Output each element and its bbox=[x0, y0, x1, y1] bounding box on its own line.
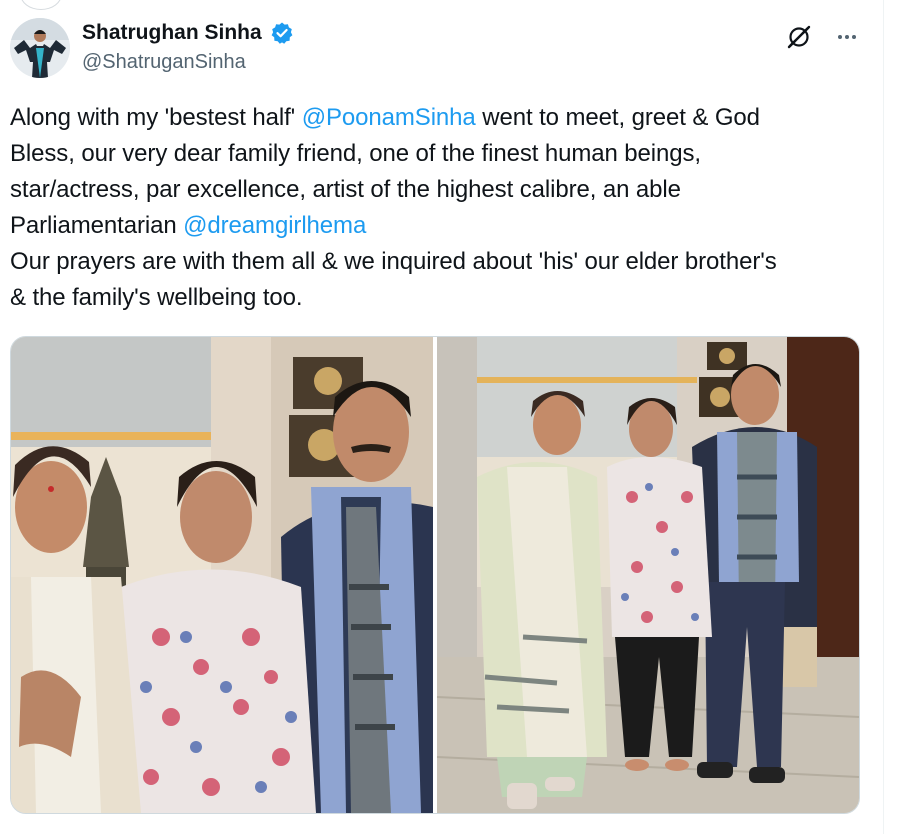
tweet-text-segment: & the family's wellbeing too. bbox=[10, 284, 303, 311]
tweet-text-segment: Along with my 'bestest half' bbox=[10, 104, 302, 131]
avatar-image bbox=[10, 18, 70, 78]
tweet-text-segment: Our prayers are with them all & we inqui… bbox=[10, 248, 777, 275]
name-block: Shatrughan Sinha @ShatruganSinha bbox=[82, 20, 294, 75]
photo-2[interactable] bbox=[437, 337, 859, 813]
avatar[interactable] bbox=[10, 18, 70, 78]
tweet-text: Along with my 'bestest half' @PoonamSinh… bbox=[10, 100, 870, 316]
user-handle[interactable]: @ShatruganSinha bbox=[82, 49, 294, 75]
timeline-border bbox=[883, 0, 884, 834]
tweet-header: Shatrughan Sinha @ShatruganSinha bbox=[10, 16, 880, 80]
more-icon[interactable] bbox=[830, 20, 864, 54]
tweet-text-segment: star/actress, par excellence, artist of … bbox=[10, 176, 681, 203]
mention-link[interactable]: @PoonamSinha bbox=[302, 104, 476, 131]
top-decoration bbox=[20, 0, 62, 10]
mention-link[interactable]: @dreamgirlhema bbox=[183, 212, 366, 239]
tweet-text-segment: went to meet, greet & God bbox=[475, 104, 760, 131]
tweet-text-segment: Bless, our very dear family friend, one … bbox=[10, 140, 701, 167]
tweet-text-segment: Parliamentarian bbox=[10, 212, 184, 239]
header-actions bbox=[782, 20, 864, 54]
photo-1[interactable] bbox=[11, 337, 433, 813]
display-name[interactable]: Shatrughan Sinha bbox=[82, 20, 262, 46]
media-grid bbox=[10, 336, 860, 814]
verified-badge-icon bbox=[270, 21, 294, 45]
grok-icon[interactable] bbox=[782, 20, 816, 54]
